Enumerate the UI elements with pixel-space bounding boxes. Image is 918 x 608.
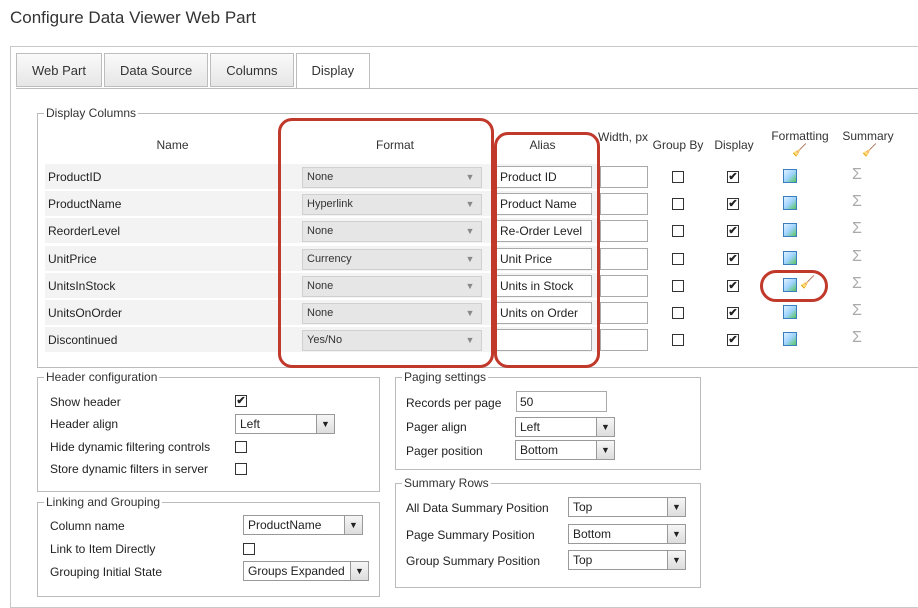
group-by-checkbox[interactable] <box>672 225 684 237</box>
broom-icon: 🧹 <box>792 143 807 157</box>
formatting-icon[interactable] <box>783 196 797 210</box>
header-config-legend: Header configuration <box>46 370 158 384</box>
formatting-icon[interactable] <box>783 251 797 265</box>
col-header-group-by: Group By <box>652 138 704 152</box>
hide-dynamic-label: Hide dynamic filtering controls <box>50 440 211 454</box>
formatting-icon[interactable] <box>783 305 797 319</box>
pager-align-select[interactable]: Left ▼ <box>515 417 615 437</box>
column-name-label: Column name <box>50 519 125 533</box>
tab-data-source[interactable]: Data Source <box>103 53 209 87</box>
display-checkbox[interactable]: ✔ <box>727 280 739 292</box>
chevron-down-icon: ▼ <box>667 498 685 516</box>
chevron-down-icon: ▼ <box>596 418 614 436</box>
formatting-highlight <box>760 270 828 302</box>
display-checkbox[interactable]: ✔ <box>727 171 739 183</box>
chevron-down-icon: ▼ <box>596 441 614 459</box>
tab-bar: Web Part Data Source Columns Display <box>16 53 372 89</box>
header-align-select[interactable]: Left ▼ <box>235 414 335 434</box>
tab-display[interactable]: Display <box>295 53 371 89</box>
group-by-checkbox[interactable] <box>672 171 684 183</box>
column-name: UnitPrice <box>48 252 97 266</box>
group-by-checkbox[interactable] <box>672 280 684 292</box>
summary-rows-legend: Summary Rows <box>404 476 489 490</box>
records-per-page-label: Records per page <box>406 396 502 410</box>
column-name-select[interactable]: ProductName ▼ <box>243 515 363 535</box>
pager-position-label: Pager position <box>406 444 483 458</box>
chevron-down-icon: ▼ <box>350 562 368 580</box>
group-by-checkbox[interactable] <box>672 253 684 265</box>
page-title: Configure Data Viewer Web Part <box>10 8 256 27</box>
display-columns-legend: Display Columns <box>46 106 137 120</box>
hide-dynamic-checkbox[interactable] <box>235 441 247 453</box>
width-input[interactable] <box>600 220 648 242</box>
format-highlight <box>278 118 494 368</box>
column-name: UnitsOnOrder <box>48 306 123 320</box>
col-header-formatting: Formatting <box>771 129 829 143</box>
chevron-down-icon: ▼ <box>316 415 334 433</box>
link-checkbox[interactable] <box>243 543 255 555</box>
linking-legend: Linking and Grouping <box>46 495 161 509</box>
display-checkbox[interactable]: ✔ <box>727 334 739 346</box>
column-name: ProductName <box>48 197 122 211</box>
pager-position-select[interactable]: Bottom ▼ <box>515 440 615 460</box>
tab-columns[interactable]: Columns <box>210 53 294 87</box>
header-align-label: Header align <box>50 417 119 431</box>
chevron-down-icon: ▼ <box>344 516 362 534</box>
show-header-checkbox[interactable]: ✔ <box>235 395 247 407</box>
formatting-icon[interactable] <box>783 169 797 183</box>
display-checkbox[interactable]: ✔ <box>727 198 739 210</box>
display-checkbox[interactable]: ✔ <box>727 307 739 319</box>
width-input[interactable] <box>600 193 648 215</box>
tab-divider <box>16 88 918 89</box>
sigma-icon[interactable]: Σ <box>852 302 862 320</box>
column-name: ReorderLevel <box>48 224 121 238</box>
width-input[interactable] <box>600 248 648 270</box>
show-header-label: Show header <box>50 395 121 409</box>
alias-highlight <box>494 132 600 368</box>
group-by-checkbox[interactable] <box>672 198 684 210</box>
link-label: Link to Item Directly <box>50 542 156 556</box>
grouping-select[interactable]: Groups Expanded ▼ <box>243 561 369 581</box>
group-by-checkbox[interactable] <box>672 334 684 346</box>
tab-web-part[interactable]: Web Part <box>16 53 102 87</box>
column-name: Discontinued <box>48 333 118 347</box>
paging-legend: Paging settings <box>404 370 487 384</box>
group-summary-select[interactable]: Top ▼ <box>568 550 686 570</box>
group-summary-label: Group Summary Position <box>406 554 541 568</box>
column-name: UnitsInStock <box>48 279 116 293</box>
chevron-down-icon: ▼ <box>667 551 685 569</box>
pager-align-label: Pager align <box>406 420 467 434</box>
records-per-page-input[interactable]: 50 <box>516 391 607 412</box>
col-header-width: Width, px <box>598 130 649 144</box>
display-checkbox[interactable]: ✔ <box>727 225 739 237</box>
store-dynamic-label: Store dynamic filters in server <box>50 462 209 476</box>
col-header-display: Display <box>714 138 754 152</box>
all-summary-select[interactable]: Top ▼ <box>568 497 686 517</box>
page-summary-label: Page Summary Position <box>406 528 535 542</box>
width-input[interactable] <box>600 302 648 324</box>
formatting-icon[interactable] <box>783 223 797 237</box>
sigma-icon[interactable]: Σ <box>852 329 862 347</box>
store-dynamic-checkbox[interactable] <box>235 463 247 475</box>
group-by-checkbox[interactable] <box>672 307 684 319</box>
broom-icon: 🧹 <box>862 143 877 157</box>
sigma-icon[interactable]: Σ <box>852 166 862 184</box>
sigma-icon[interactable]: Σ <box>852 275 862 293</box>
width-input[interactable] <box>600 275 648 297</box>
col-header-summary: Summary <box>842 129 894 143</box>
display-checkbox[interactable]: ✔ <box>727 253 739 265</box>
sigma-icon[interactable]: Σ <box>852 193 862 211</box>
width-input[interactable] <box>600 329 648 351</box>
width-input[interactable] <box>600 166 648 188</box>
formatting-icon[interactable] <box>783 332 797 346</box>
column-name: ProductID <box>48 170 102 184</box>
grouping-label: Grouping Initial State <box>50 565 163 579</box>
col-header-name: Name <box>156 138 189 152</box>
sigma-icon[interactable]: Σ <box>852 248 862 266</box>
chevron-down-icon: ▼ <box>667 525 685 543</box>
all-summary-label: All Data Summary Position <box>406 501 549 515</box>
page-summary-select[interactable]: Bottom ▼ <box>568 524 686 544</box>
sigma-icon[interactable]: Σ <box>852 220 862 238</box>
